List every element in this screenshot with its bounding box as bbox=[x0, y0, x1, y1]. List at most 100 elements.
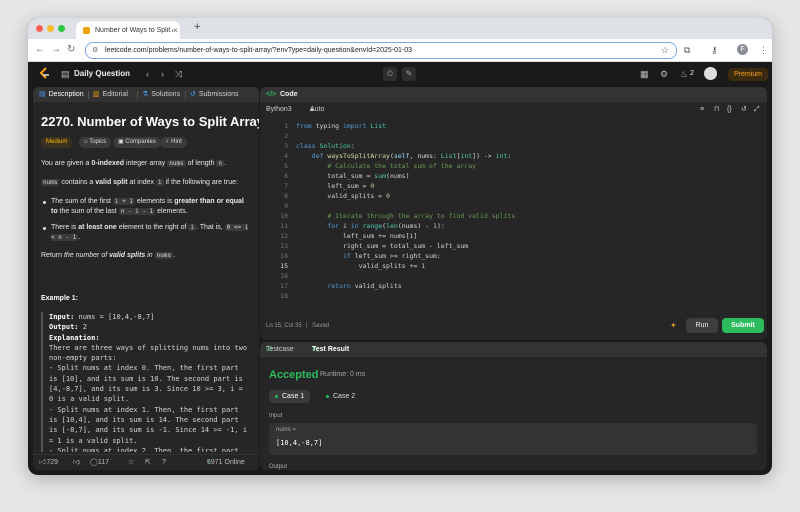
reload-icon[interactable]: ↻ bbox=[67, 44, 75, 56]
code-line[interactable]: valid_splits = 0 bbox=[296, 191, 756, 201]
timer-icon[interactable]: ⏲ bbox=[383, 67, 397, 81]
dislike-icon[interactable]: 👎︎ bbox=[73, 455, 80, 470]
code-line[interactable]: valid_splits += 1 bbox=[296, 261, 756, 271]
code-tab[interactable]: Code bbox=[280, 87, 298, 102]
extensions-icon[interactable]: ⧉ bbox=[684, 44, 690, 56]
result-panel: ☑ Testcase >_ Test Result Accepted Runti… bbox=[260, 342, 767, 470]
reset-icon[interactable]: ↺ bbox=[741, 102, 747, 118]
code-line[interactable]: from typing import List bbox=[296, 121, 756, 131]
code-line[interactable]: def waysToSplitArray(self, nums: List[in… bbox=[296, 151, 756, 161]
line-number: 16 bbox=[280, 272, 288, 280]
code-line[interactable]: # Calculate the total sum of the array bbox=[296, 161, 756, 171]
code-line[interactable] bbox=[296, 271, 756, 281]
example-line: is [-8,7], and its sum is -1. Since 14 >… bbox=[49, 426, 248, 435]
leetcode-logo-icon[interactable] bbox=[38, 67, 50, 81]
topics-pill[interactable]: ⌂ Topics bbox=[79, 137, 112, 148]
premium-button[interactable]: Premium bbox=[728, 68, 768, 81]
code-line[interactable]: left_sum = 0 bbox=[296, 181, 756, 191]
condition-bullet-2: There is at least one element to the rig… bbox=[41, 223, 251, 243]
code-line[interactable] bbox=[296, 131, 756, 141]
run-button[interactable]: Run bbox=[686, 318, 718, 333]
code-line[interactable]: return valid_splits bbox=[296, 281, 756, 291]
code-line[interactable]: if left_sum >= right_sum: bbox=[296, 251, 756, 261]
bookmark-star-icon[interactable]: ☆ bbox=[661, 43, 669, 58]
settings-gear-icon[interactable]: ⚙ bbox=[660, 62, 668, 86]
problem-list-icon[interactable]: ▤ bbox=[61, 62, 70, 86]
description-paragraph-2: nums contains a valid split at index i i… bbox=[41, 179, 238, 186]
address-bar[interactable]: ⚙ leetcode.com/problems/number-of-ways-t… bbox=[85, 42, 677, 59]
pass-dot-icon bbox=[275, 394, 278, 398]
code-editor[interactable]: from typing import List class Solution: … bbox=[296, 121, 756, 301]
browser-tab[interactable]: Number of Ways to Split Arra × bbox=[76, 21, 180, 39]
editor-status: Ln 15, Col 35 │ Saved bbox=[266, 323, 330, 329]
browser-menu-icon[interactable]: ⋮ bbox=[759, 44, 768, 56]
prev-problem-icon[interactable]: ‹ bbox=[146, 62, 149, 86]
tab-editorial[interactable]: ▥ Editorial bbox=[93, 87, 128, 102]
line-number: 4 bbox=[284, 152, 288, 160]
line-number: 17 bbox=[280, 282, 288, 290]
description-paragraph-1: You are given a 0-indexed integer array … bbox=[41, 160, 226, 167]
example-line: There are three ways of splitting nums i… bbox=[49, 343, 248, 352]
hint-pill[interactable]: ♀ Hint bbox=[160, 137, 187, 148]
maximize-window-button[interactable] bbox=[58, 25, 65, 32]
code-line[interactable]: total_sum = sum(nums) bbox=[296, 171, 756, 181]
streak-fire-icon[interactable]: ♨ bbox=[680, 62, 688, 86]
pass-dot-icon bbox=[326, 394, 329, 398]
debug-icon[interactable]: ✦ bbox=[670, 321, 677, 330]
new-tab-button[interactable]: + bbox=[194, 21, 200, 33]
site-info-icon[interactable]: ⚙ bbox=[92, 43, 98, 58]
user-avatar[interactable] bbox=[704, 67, 717, 80]
fullscreen-icon[interactable]: ⤢ bbox=[754, 102, 760, 118]
comments-button[interactable]: ◯ 117 bbox=[90, 455, 109, 470]
line-number: 7 bbox=[284, 182, 288, 190]
example-line: Explanation: bbox=[49, 333, 100, 342]
notes-icon[interactable]: ✎ bbox=[402, 67, 416, 81]
submissions-icon: ↺ bbox=[190, 91, 196, 98]
next-problem-icon[interactable]: › bbox=[161, 62, 164, 86]
share-icon[interactable]: ⇱ bbox=[145, 455, 151, 470]
line-number: 2 bbox=[284, 132, 288, 140]
tab-solutions[interactable]: ⚗ Solutions bbox=[142, 87, 180, 102]
code-line[interactable] bbox=[296, 201, 756, 211]
description-icon: ▤ bbox=[39, 91, 46, 98]
close-window-button[interactable] bbox=[36, 25, 43, 32]
favorite-star-icon[interactable]: ☆ bbox=[128, 455, 134, 470]
code-line[interactable]: class Solution: bbox=[296, 141, 756, 151]
daily-question-link[interactable]: Daily Question bbox=[74, 62, 130, 86]
verdict-text: Accepted bbox=[269, 369, 319, 381]
code-line[interactable]: # Iterate through the array to find vali… bbox=[296, 211, 756, 221]
example-line: 0 is a valid split. bbox=[49, 395, 130, 404]
align-icon[interactable]: ≡ bbox=[700, 102, 704, 118]
submit-button[interactable]: Submit bbox=[722, 318, 764, 333]
minimize-window-button[interactable] bbox=[47, 25, 54, 32]
browser-window: Number of Ways to Split Arra × + ← → ↻ ⚙… bbox=[28, 18, 772, 475]
case-2-tab[interactable]: Case 2 bbox=[320, 390, 361, 403]
line-number: 18 bbox=[280, 292, 288, 300]
streak-count: 2 bbox=[690, 70, 694, 77]
braces-icon[interactable]: {} bbox=[727, 102, 732, 118]
bookmark-icon[interactable]: ⊓ bbox=[714, 102, 719, 118]
case-1-tab[interactable]: Case 1 bbox=[269, 390, 311, 403]
code-line[interactable]: left_sum += nums[i] bbox=[296, 231, 756, 241]
shuffle-icon[interactable]: ⤨ bbox=[175, 62, 182, 86]
layout-grid-icon[interactable]: ▦ bbox=[640, 62, 649, 86]
tab-submissions[interactable]: ↺ Submissions bbox=[190, 87, 239, 102]
line-number-gutter: 1 2 3 4 5 6 7 8 9 10 11 12 13 14 15 16 17 18 bbox=[260, 121, 290, 301]
tab-close-icon[interactable]: × bbox=[173, 26, 178, 35]
like-button[interactable]: 👍︎ 729 bbox=[39, 455, 58, 470]
url-text[interactable]: leetcode.com/problems/number-of-ways-to-… bbox=[105, 43, 412, 58]
code-line[interactable]: for i in range(len(nums) - 1): bbox=[296, 221, 756, 231]
code-line[interactable] bbox=[296, 291, 756, 301]
example-line: Output: 2 bbox=[49, 323, 87, 332]
profile-avatar[interactable]: F bbox=[737, 44, 748, 55]
help-icon[interactable]: ? bbox=[162, 455, 166, 470]
description-panel: ▤ Description ▥ Editorial ⚗ Solutions ↺ Subm… bbox=[33, 87, 259, 470]
code-line[interactable]: right_sum = total_sum - left_sum bbox=[296, 241, 756, 251]
companies-pill[interactable]: ▣ Companies bbox=[113, 137, 161, 148]
tab-description[interactable]: ▤ Description bbox=[39, 87, 84, 102]
forward-icon[interactable]: → bbox=[51, 44, 61, 56]
password-icon[interactable]: ⚷ bbox=[711, 44, 718, 56]
back-icon[interactable]: ← bbox=[35, 44, 45, 56]
line-number: 3 bbox=[284, 142, 288, 150]
example-line: - Split nums at index 2. Then, the first… bbox=[49, 446, 239, 452]
